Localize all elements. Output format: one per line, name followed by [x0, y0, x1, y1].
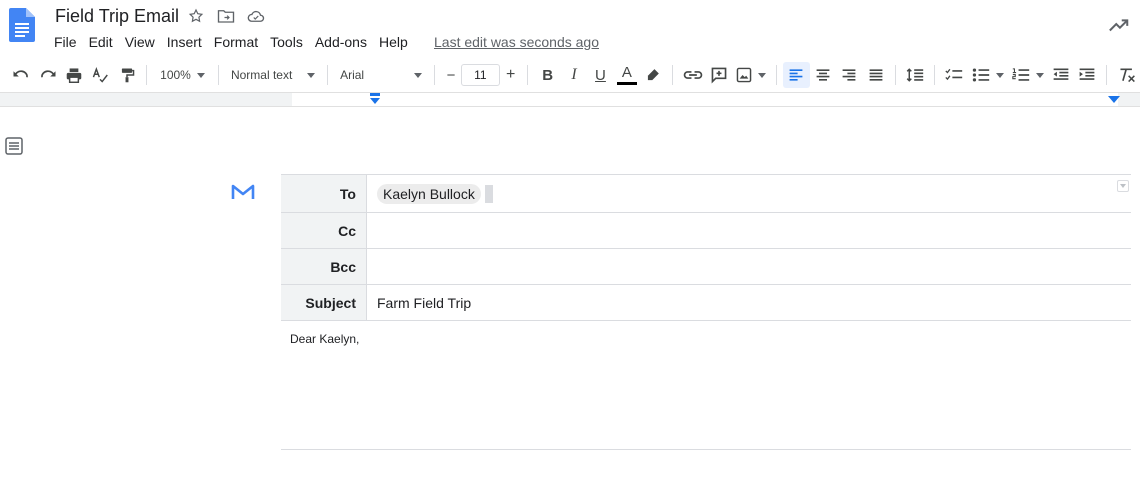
- bcc-row: Bcc: [281, 249, 1131, 285]
- line-spacing-icon[interactable]: [902, 62, 928, 88]
- font-family-value: Arial: [340, 68, 365, 82]
- highlight-color-icon[interactable]: [640, 62, 666, 88]
- move-folder-icon[interactable]: [216, 6, 236, 26]
- zoom-select[interactable]: 100%: [153, 62, 212, 88]
- menu-tools[interactable]: Tools: [264, 32, 309, 52]
- align-center-icon[interactable]: [810, 62, 836, 88]
- formatting-toolbar: 100% Normal text Arial − 11 + B I U A: [0, 60, 1140, 90]
- align-right-icon[interactable]: [836, 62, 862, 88]
- text-color-label: A: [621, 63, 632, 81]
- menu-bar: File Edit View Insert Format Tools Add-o…: [48, 32, 414, 52]
- chevron-down-icon: [414, 72, 423, 78]
- bcc-field[interactable]: [367, 249, 1131, 284]
- increase-indent-icon[interactable]: [1074, 62, 1100, 88]
- cloud-status-icon[interactable]: [246, 6, 266, 26]
- numbered-list-icon: [1011, 68, 1029, 81]
- bulleted-list-button[interactable]: [968, 62, 1008, 88]
- to-label: To: [281, 175, 367, 212]
- toolbar-divider: [146, 65, 148, 85]
- email-body-divider: [281, 449, 1131, 450]
- menu-edit[interactable]: Edit: [83, 32, 119, 52]
- to-cursor: [484, 184, 493, 203]
- toolbar-divider: [527, 65, 529, 85]
- toolbar-divider: [776, 65, 778, 85]
- add-comment-icon[interactable]: [706, 62, 732, 88]
- print-icon[interactable]: [61, 62, 87, 88]
- toolbar-divider: [672, 65, 674, 85]
- image-icon: [737, 67, 752, 83]
- redo-icon[interactable]: [34, 62, 60, 88]
- last-edit-link[interactable]: Last edit was seconds ago: [434, 34, 599, 50]
- email-draft: To Kaelyn Bullock Cc Bcc Subject Farm Fi…: [281, 174, 1131, 321]
- zoom-value: 100%: [160, 68, 191, 82]
- title-actions: [186, 6, 266, 26]
- undo-icon[interactable]: [8, 62, 34, 88]
- right-indent-marker-icon[interactable]: [1108, 96, 1120, 104]
- increase-font-size-button[interactable]: +: [500, 62, 522, 88]
- font-size-input[interactable]: 11: [460, 64, 500, 86]
- toolbar-divider: [327, 65, 329, 85]
- decrease-font-size-button[interactable]: −: [441, 62, 461, 88]
- gmail-icon: [231, 184, 255, 199]
- menu-add-ons[interactable]: Add-ons: [309, 32, 373, 52]
- toolbar-divider: [217, 65, 219, 85]
- spellcheck-icon[interactable]: [87, 62, 113, 88]
- paint-format-icon[interactable]: [114, 62, 140, 88]
- menu-insert[interactable]: Insert: [161, 32, 208, 52]
- decrease-indent-icon[interactable]: [1048, 62, 1074, 88]
- bold-button[interactable]: B: [534, 62, 560, 88]
- clear-formatting-icon[interactable]: [1113, 62, 1139, 88]
- email-body[interactable]: Dear Kaelyn,: [290, 332, 359, 346]
- numbered-list-button[interactable]: [1008, 62, 1048, 88]
- menu-format[interactable]: Format: [208, 32, 264, 52]
- subject-row: Subject Farm Field Trip: [281, 285, 1131, 321]
- align-left-icon[interactable]: [783, 62, 810, 88]
- italic-button[interactable]: I: [561, 62, 587, 88]
- subject-label: Subject: [281, 285, 367, 320]
- menu-file[interactable]: File: [48, 32, 83, 52]
- toolbar-divider: [934, 65, 936, 85]
- expand-dropdown-icon[interactable]: [1117, 180, 1129, 192]
- paragraph-style-value: Normal text: [230, 68, 293, 82]
- bulleted-list-icon: [972, 68, 989, 82]
- checklist-icon[interactable]: [941, 62, 967, 88]
- chevron-down-icon: [1035, 72, 1044, 78]
- recipient-chip[interactable]: Kaelyn Bullock: [377, 183, 481, 204]
- google-docs-logo-icon[interactable]: [9, 8, 35, 42]
- menu-help[interactable]: Help: [373, 32, 414, 52]
- ruler-page-area: [292, 93, 1120, 106]
- align-justify-icon[interactable]: [862, 62, 888, 88]
- toolbar-divider: [434, 65, 436, 85]
- chevron-down-icon: [758, 72, 767, 78]
- to-row: To Kaelyn Bullock: [281, 175, 1131, 213]
- underline-button[interactable]: U: [587, 62, 613, 88]
- activity-trend-icon[interactable]: [1108, 14, 1130, 36]
- indent-marker-icon[interactable]: [368, 93, 382, 106]
- cc-label: Cc: [281, 213, 367, 248]
- subject-field[interactable]: Farm Field Trip: [367, 285, 1131, 320]
- text-color-button[interactable]: A: [614, 62, 640, 88]
- toolbar-divider: [894, 65, 896, 85]
- menu-view[interactable]: View: [119, 32, 161, 52]
- insert-image-button[interactable]: [732, 62, 770, 88]
- star-icon[interactable]: [186, 6, 206, 26]
- chevron-down-icon: [995, 72, 1004, 78]
- to-field[interactable]: Kaelyn Bullock: [367, 175, 1131, 212]
- chevron-down-icon: [307, 72, 316, 78]
- paragraph-style-select[interactable]: Normal text: [225, 62, 321, 88]
- bcc-label: Bcc: [281, 249, 367, 284]
- horizontal-ruler: [0, 92, 1140, 107]
- chevron-down-icon: [196, 72, 205, 78]
- insert-link-icon[interactable]: [679, 62, 705, 88]
- text-color-swatch: [616, 81, 637, 85]
- document-title[interactable]: Field Trip Email: [55, 6, 179, 27]
- cc-row: Cc: [281, 213, 1131, 249]
- document-outline-icon[interactable]: [4, 136, 24, 156]
- font-family-select[interactable]: Arial: [334, 62, 428, 88]
- toolbar-divider: [1106, 65, 1108, 85]
- cc-field[interactable]: [367, 213, 1131, 248]
